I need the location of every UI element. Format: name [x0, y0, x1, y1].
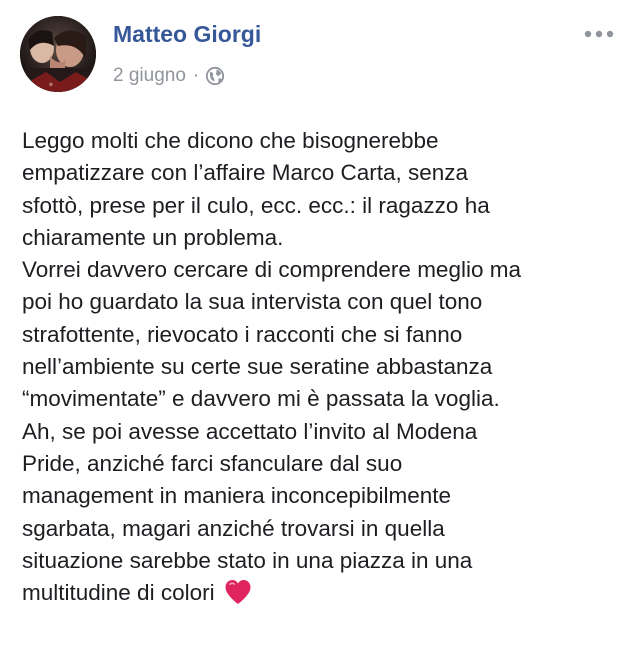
post-body-line: Pride, anziché farci sfanculare dal suo	[22, 450, 403, 476]
post-body-line: strafottente, rievocato i racconti che s…	[22, 321, 463, 347]
more-options-icon[interactable]	[582, 24, 616, 44]
author-name-link[interactable]: Matteo Giorgi	[113, 21, 261, 48]
author-avatar[interactable]: ✶	[20, 16, 96, 92]
post-body-line: Leggo molti che dicono che bisognerebbe	[22, 128, 439, 153]
post-body-last-line: multitudine di colori	[22, 577, 622, 609]
post-body-line: chiaramente un problema.	[22, 224, 284, 250]
post-body-line: “movimentate” e davvero mi è passata la …	[22, 386, 500, 412]
post-body-line: Vorrei davvero cercare di comprendere me…	[22, 257, 521, 283]
red-heart-icon	[223, 578, 253, 606]
post-body-line: management in maniera inconcepibilmente	[22, 483, 451, 509]
svg-text:✶: ✶	[48, 81, 54, 89]
globe-icon[interactable]	[205, 66, 225, 86]
facebook-post: ✶ Matteo Giorgi 2 giugno · Leggo molti c…	[0, 0, 636, 652]
post-body-line-text: multitudine di colori	[22, 580, 215, 606]
post-meta: 2 giugno ·	[113, 64, 225, 88]
post-body-line: poi ho guardato la sua intervista con qu…	[22, 289, 483, 315]
post-body-line: empatizzare con l’affaire Marco Carta, s…	[22, 160, 469, 186]
profile-photo: ✶	[20, 16, 96, 92]
post-body-line: situazione sarebbe stato in una piazza i…	[22, 547, 473, 573]
post-date-link[interactable]: 2 giugno	[113, 65, 186, 87]
meta-separator: ·	[192, 65, 200, 86]
post-body-line: sfottò, prese per il culo, ecc. ecc.: il…	[22, 192, 490, 218]
post-body-line: sgarbata, magari anziché trovarsi in que…	[22, 515, 445, 541]
post-body-line: nell’ambiente su certe sue seratine abba…	[22, 354, 493, 380]
post-body: Leggo molti che dicono che bisognerebbe …	[22, 125, 622, 609]
post-body-line: Ah, se poi avesse accettato l’invito al …	[22, 418, 478, 444]
